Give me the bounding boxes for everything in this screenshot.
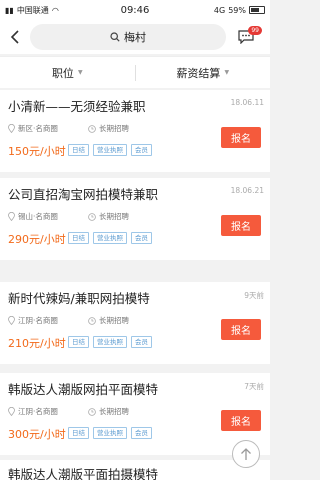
chevron-left-icon	[10, 30, 19, 44]
status-bar: ▮▮ 中国联通 ◠ 09:46 4G 59%	[0, 0, 270, 20]
tag-daily-pay: 日结	[68, 336, 89, 348]
job-card-partial[interactable]: 韩版达人潮版平面拍摄模特	[0, 460, 270, 480]
job-title: 公司直招淘宝网拍模特兼职	[8, 187, 159, 202]
job-location: 锡山·名商圈	[18, 212, 58, 221]
top-bar: 梅村 99	[0, 20, 270, 54]
battery-percent: 59%	[228, 5, 246, 15]
tag-daily-pay: 日结	[68, 144, 89, 156]
clock-icon	[88, 212, 96, 221]
job-card[interactable]: 韩版达人潮版网拍平面模特 7天前 江阴·名商圈 长期招聘 300元/小时 日结 …	[0, 373, 270, 455]
message-badge: 99	[248, 26, 262, 35]
tag-daily-pay: 日结	[68, 232, 89, 244]
tag-business-license: 营业执照	[93, 336, 127, 348]
search-input[interactable]: 梅村	[30, 24, 226, 50]
job-location: 江阴·名商圈	[18, 316, 58, 325]
job-date: 18.06.11	[230, 98, 264, 107]
apply-button[interactable]: 报名	[221, 410, 261, 431]
tag-business-license: 营业执照	[93, 144, 127, 156]
search-icon	[110, 32, 120, 42]
battery-icon	[249, 6, 265, 14]
location-pin-icon	[8, 316, 15, 325]
search-query: 梅村	[124, 31, 146, 44]
job-salary: 300元/小时	[8, 428, 66, 441]
job-salary: 210元/小时	[8, 337, 66, 350]
tag-member: 会员	[131, 427, 152, 439]
job-term: 长期招聘	[99, 407, 129, 416]
tag-member: 会员	[131, 232, 152, 244]
position-filter-label: 职位	[51, 66, 74, 80]
pay-filter[interactable]: 薪资结算 ▼	[136, 65, 271, 81]
job-date: 9天前	[244, 291, 264, 300]
job-date: 18.06.21	[230, 186, 264, 195]
tag-daily-pay: 日结	[68, 427, 89, 439]
job-card[interactable]: 小清新——无须经验兼职 18.06.11 新区·名商圈 长期招聘 150元/小时…	[0, 90, 270, 172]
location-pin-icon	[8, 124, 15, 133]
caret-down-icon: ▼	[77, 69, 83, 76]
job-term: 长期招聘	[99, 316, 129, 325]
wifi-icon: ◠	[51, 5, 59, 15]
back-button[interactable]	[0, 20, 30, 54]
clock-icon	[88, 407, 96, 416]
filter-bar: 职位 ▼ 薪资结算 ▼	[0, 56, 270, 88]
tag-member: 会员	[131, 336, 152, 348]
job-term: 长期招聘	[99, 212, 129, 221]
clock-icon	[88, 316, 96, 325]
network-label: 4G	[213, 5, 226, 15]
carrier-label: 中国联通	[16, 5, 49, 15]
job-card[interactable]: 新时代辣妈/兼职网拍模特 9天前 江阴·名商圈 长期招聘 210元/小时 日结 …	[0, 282, 270, 364]
job-title: 韩版达人潮版网拍平面模特	[8, 382, 159, 397]
position-filter[interactable]: 职位 ▼	[0, 65, 135, 81]
job-date: 7天前	[244, 382, 264, 391]
apply-button[interactable]: 报名	[221, 215, 261, 236]
job-title: 小清新——无须经验兼职	[8, 99, 146, 114]
apply-button[interactable]: 报名	[221, 319, 261, 340]
scroll-top-button[interactable]	[232, 440, 260, 468]
job-title: 新时代辣妈/兼职网拍模特	[8, 291, 150, 306]
arrow-up-icon	[241, 448, 251, 460]
location-pin-icon	[8, 407, 15, 416]
apply-button[interactable]: 报名	[221, 127, 261, 148]
pay-filter-label: 薪资结算	[176, 66, 221, 80]
message-button[interactable]: 99	[226, 20, 266, 54]
job-salary: 290元/小时	[8, 233, 66, 246]
job-title: 韩版达人潮版平面拍摄模特	[8, 467, 159, 480]
job-term: 长期招聘	[99, 124, 129, 133]
signal-icon: ▮▮	[5, 5, 14, 15]
tag-business-license: 营业执照	[93, 427, 127, 439]
tag-member: 会员	[131, 144, 152, 156]
job-salary: 150元/小时	[8, 145, 66, 158]
job-location: 新区·名商圈	[18, 124, 58, 133]
job-card[interactable]: 公司直招淘宝网拍模特兼职 18.06.21 锡山·名商圈 长期招聘 290元/小…	[0, 178, 270, 260]
caret-down-icon: ▼	[224, 69, 230, 76]
clock-icon	[88, 124, 96, 133]
location-pin-icon	[8, 212, 15, 221]
tag-business-license: 营业执照	[93, 232, 127, 244]
job-location: 江阴·名商圈	[18, 407, 58, 416]
